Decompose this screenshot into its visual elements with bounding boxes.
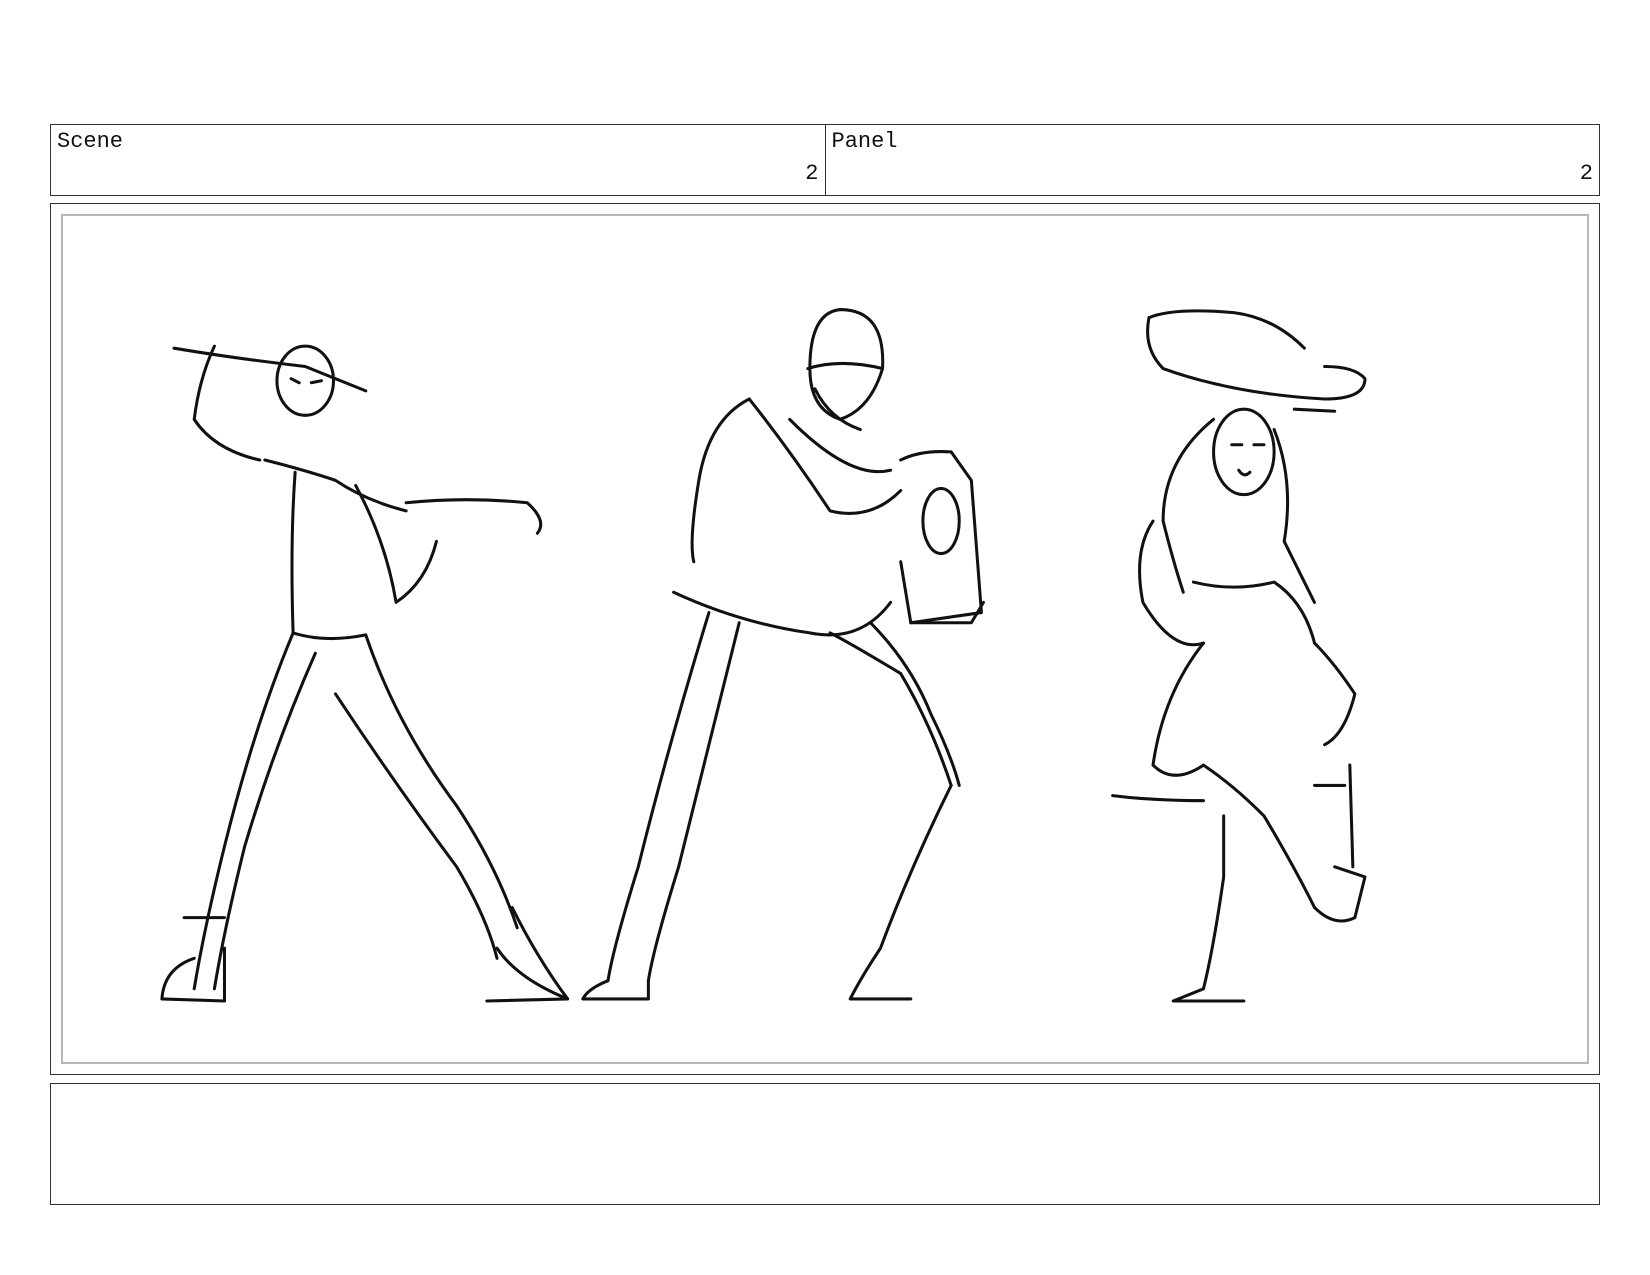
panel-number: 2	[1579, 161, 1593, 186]
scene-label: Scene	[57, 129, 124, 154]
swordsman-figure	[160, 344, 570, 1003]
scene-number: 2	[805, 161, 819, 186]
storyboard-header: Scene 2 Panel 2	[50, 124, 1600, 196]
panel-notes-box[interactable]	[50, 1083, 1600, 1205]
panel-cell: Panel 2	[824, 125, 1600, 195]
masked-figure	[581, 308, 985, 1001]
woman-in-hat-figure	[1111, 309, 1367, 1003]
storyboard-panel-frame	[50, 203, 1600, 1075]
panel-label: Panel	[831, 129, 898, 154]
storyboard-panel-image	[61, 214, 1589, 1064]
character-sketch	[160, 308, 1367, 1003]
scene-cell: Scene 2	[51, 125, 825, 195]
